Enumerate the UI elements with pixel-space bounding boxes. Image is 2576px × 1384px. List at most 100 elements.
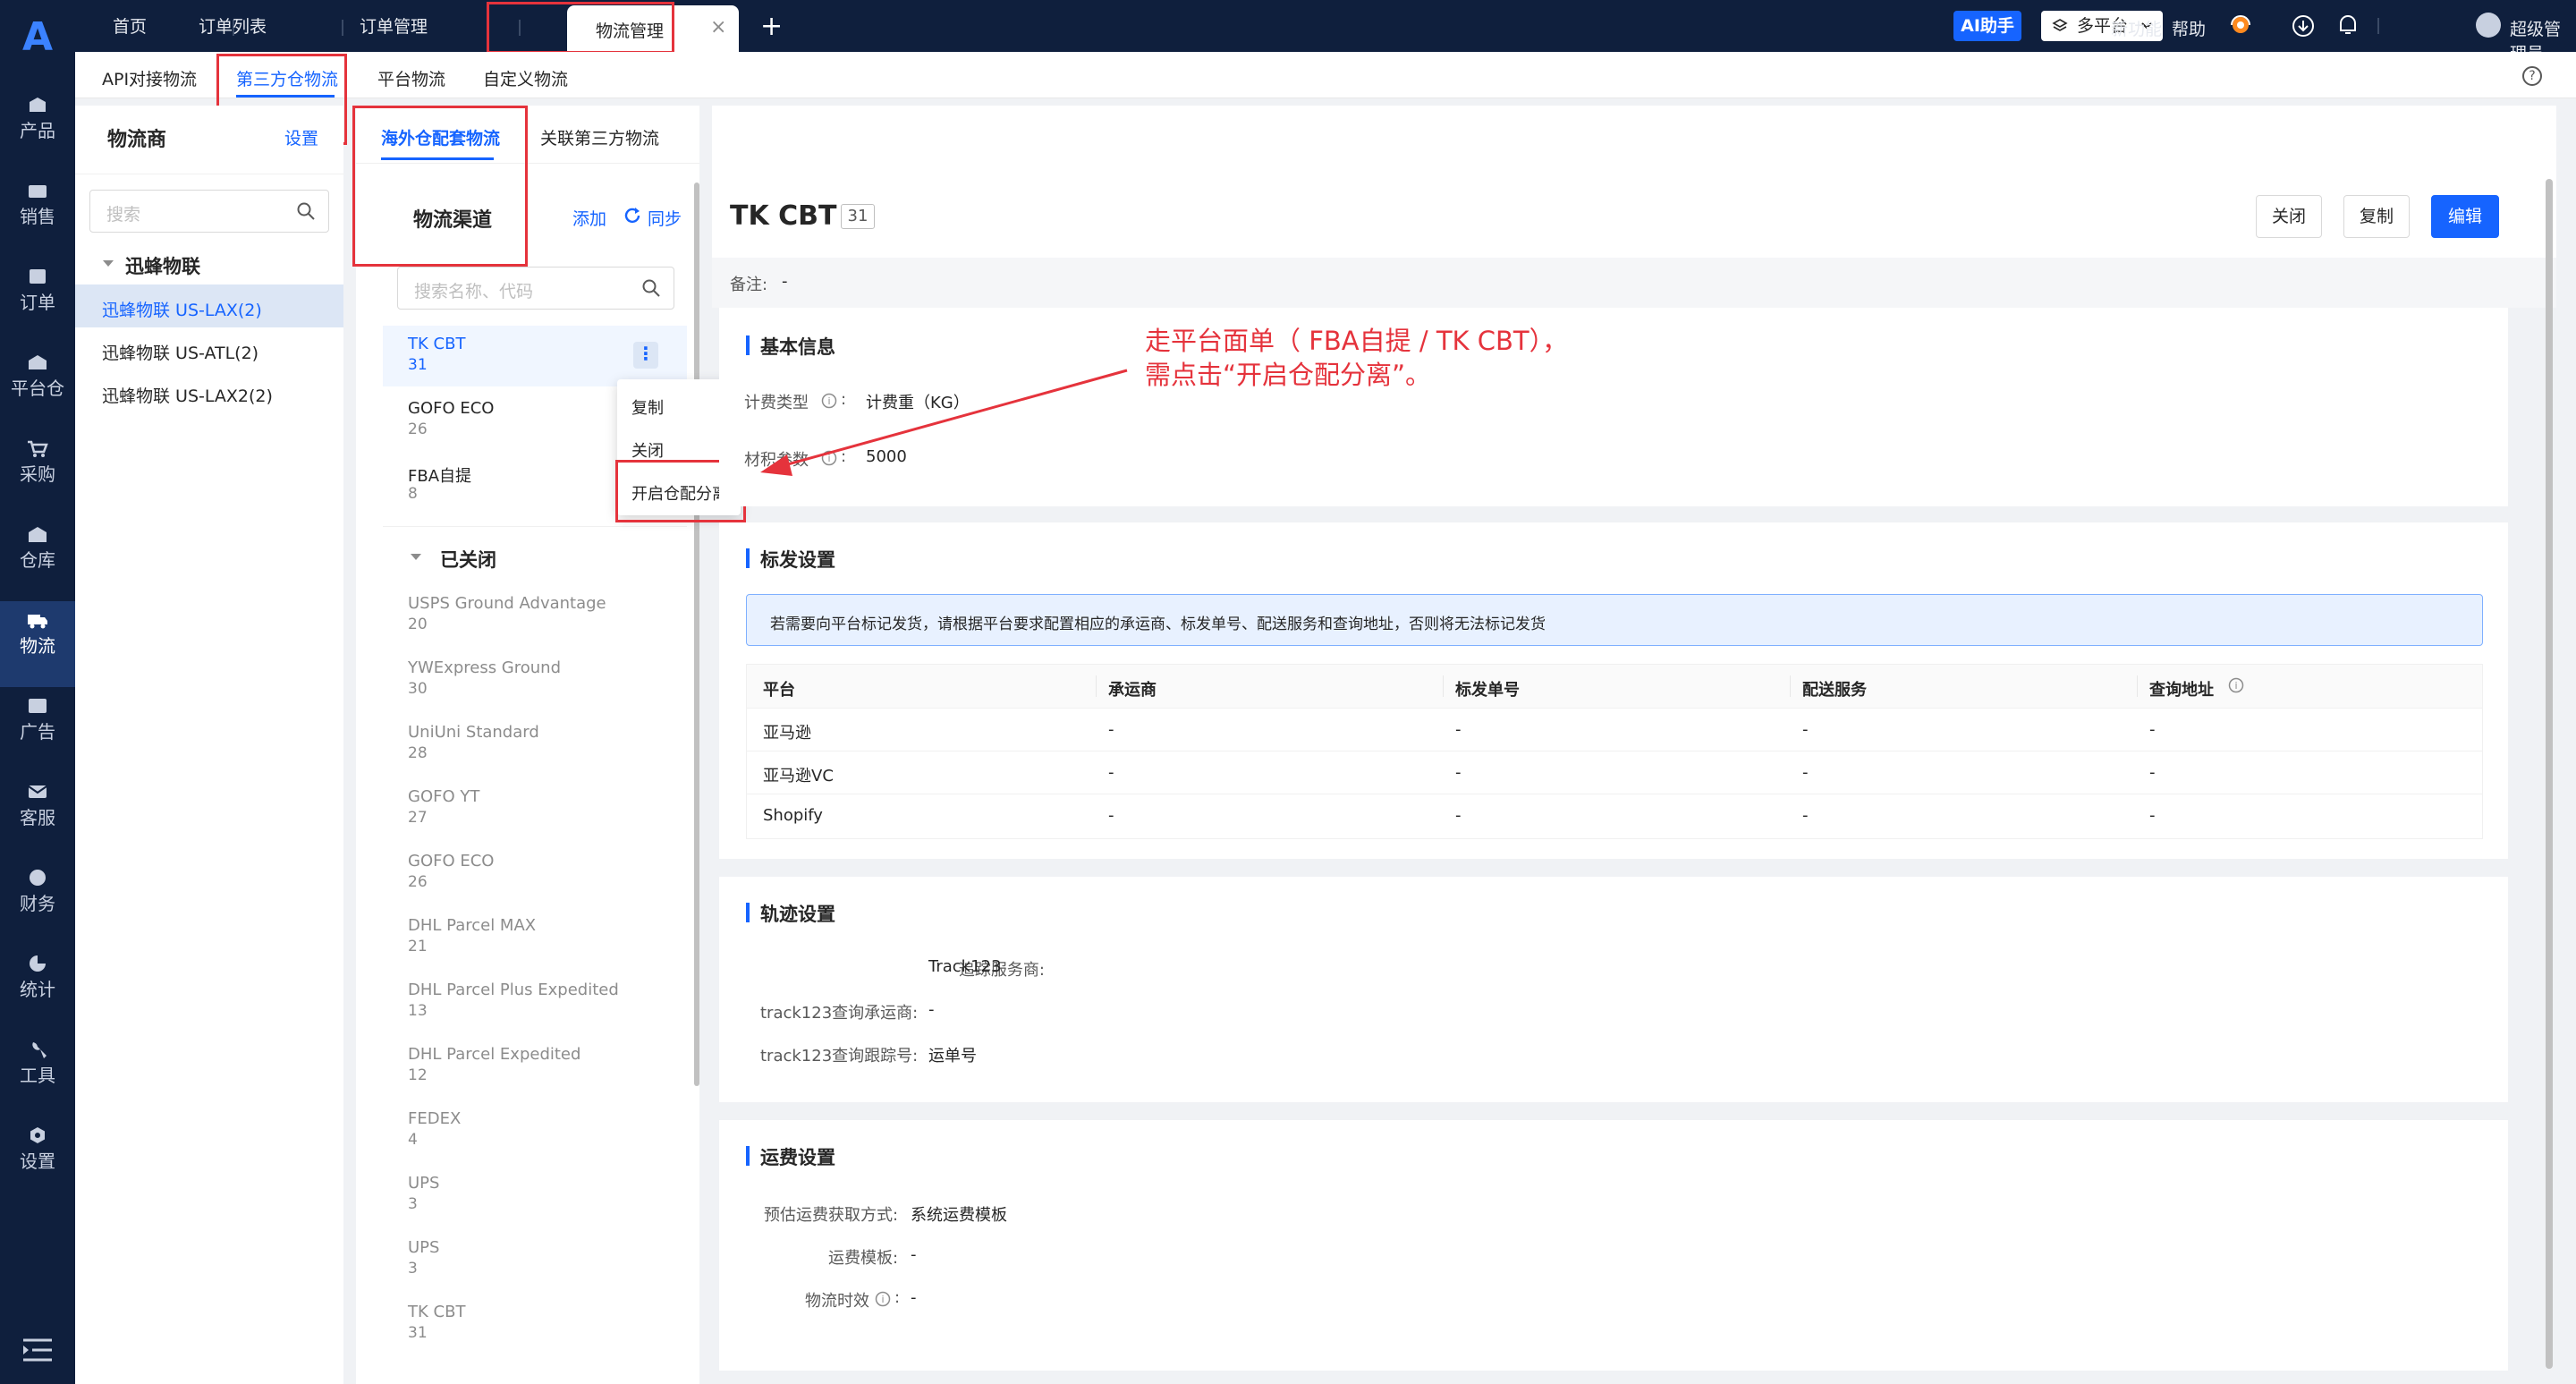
nav-item-stats[interactable]: 统计 — [0, 945, 75, 1031]
closed-channel-count: 3 — [408, 1260, 418, 1278]
add-channel-link[interactable]: 添加 — [572, 206, 606, 230]
question-icon[interactable]: ? — [2522, 66, 2542, 86]
nav-item-service[interactable]: 客服 — [0, 773, 75, 859]
channel-item-name[interactable]: GOFO ECO — [408, 399, 494, 418]
scrollbar[interactable] — [694, 183, 699, 1086]
sync-link[interactable]: 同步 — [648, 206, 682, 230]
more-vertical-icon[interactable]: ⋮ — [633, 342, 658, 369]
table-cell: - — [1455, 806, 1462, 825]
closed-channel-name[interactable]: UPS — [408, 1174, 439, 1193]
warehouse-icon — [29, 527, 47, 542]
copy-button[interactable]: 复制 — [2343, 195, 2410, 238]
closed-channel-name[interactable]: YWExpress Ground — [408, 658, 561, 677]
logistics-icon — [28, 615, 47, 629]
info-icon[interactable]: i — [875, 1291, 891, 1307]
nav-item-settings[interactable]: 设置 — [0, 1117, 75, 1202]
nav-item-tools[interactable]: 工具 — [0, 1031, 75, 1117]
divider — [2377, 18, 2379, 34]
nav-item-ads[interactable]: 广告 — [0, 687, 75, 773]
table-cell: - — [1802, 763, 1809, 782]
new-feature-link[interactable]: 新功能 — [2111, 16, 2162, 40]
closed-channel-count: 12 — [408, 1066, 428, 1084]
provider-item[interactable]: 迅蜂物联 US-LAX2(2) — [102, 383, 273, 407]
remark-value: - — [782, 272, 788, 291]
mark-settings-title: 标发设置 — [746, 546, 835, 573]
closed-channel-count: 13 — [408, 1002, 428, 1020]
close-icon[interactable]: × — [710, 16, 726, 38]
channel-item-name[interactable]: FBA自提 — [408, 463, 471, 487]
table-header-cell: 标发单号 — [1455, 681, 1520, 700]
close-button[interactable]: 关闭 — [2256, 195, 2322, 238]
closed-channel-name[interactable]: DHL Parcel MAX — [408, 916, 536, 935]
tab-order-list[interactable]: 订单列表 — [199, 14, 267, 39]
table-cell: - — [1108, 763, 1114, 782]
add-tab-icon[interactable]: + — [760, 11, 783, 42]
download-icon[interactable] — [2292, 14, 2315, 38]
table-cell: Shopify — [763, 806, 823, 825]
track-settings-card: 轨迹设置 追踪服务商: Track123 track123查询承运商: - tr… — [719, 877, 2508, 1102]
subnav-api-logistics[interactable]: API对接物流 — [102, 66, 197, 90]
top-bar: 首页 订单列表 订单管理 物流管理 × + AI助手 多平台 新功能 帮助 超级… — [75, 0, 2576, 64]
nav-item-label: 销售 — [20, 206, 55, 227]
info-icon[interactable]: i — [2228, 677, 2244, 693]
bell-icon[interactable] — [2336, 13, 2360, 38]
subnav-custom-logistics[interactable]: 自定义物流 — [483, 66, 568, 90]
closed-group-title[interactable]: 已关闭 — [440, 546, 496, 573]
track-provider-value: Track123 — [928, 957, 1002, 976]
customer-service-icon[interactable] — [2227, 13, 2254, 39]
closed-channel-name[interactable]: UniUni Standard — [408, 723, 539, 742]
closed-channel-name[interactable]: GOFO ECO — [408, 852, 494, 870]
provider-item[interactable]: 迅蜂物联 US-ATL(2) — [102, 340, 258, 364]
subnav-platform-logistics[interactable]: 平台物流 — [377, 66, 445, 90]
colon: : — [894, 1288, 901, 1307]
ai-assistant-button[interactable]: AI助手 — [1953, 11, 2021, 41]
closed-channel-name[interactable]: USPS Ground Advantage — [408, 594, 606, 613]
closed-channel-name[interactable]: GOFO YT — [408, 787, 479, 806]
sub-nav: API对接物流 第三方仓物流 平台物流 自定义物流 — [75, 52, 2576, 98]
sync-icon[interactable] — [623, 206, 642, 225]
detail-badge: 31 — [841, 204, 875, 229]
help-link[interactable]: 帮助 — [2172, 16, 2206, 40]
menu-item-copy[interactable]: 复制 — [631, 395, 664, 419]
nav-item-purchase[interactable]: 采购 — [0, 429, 75, 515]
nav-item-order[interactable]: 订单 — [0, 258, 75, 344]
closed-channel-name[interactable]: DHL Parcel Expedited — [408, 1045, 580, 1064]
ads-icon — [29, 699, 47, 713]
order-icon — [30, 269, 46, 284]
app-logo[interactable]: A — [13, 14, 63, 61]
table-cell: - — [1108, 806, 1114, 825]
closed-channel-name[interactable]: TK CBT — [408, 1303, 465, 1321]
mark-alert-text: 若需要向平台标记发货，请根据平台要求配置相应的承运商、标发单号、配送服务和查询地… — [770, 616, 1546, 633]
search-icon[interactable] — [641, 278, 661, 298]
nav-item-finance[interactable]: 财务 — [0, 859, 75, 945]
provider-search-input[interactable]: 搜索 — [89, 190, 329, 233]
edit-button[interactable]: 编辑 — [2431, 195, 2499, 238]
provider-settings-link[interactable]: 设置 — [284, 125, 318, 149]
tab-home[interactable]: 首页 — [113, 14, 147, 39]
nav-item-sales[interactable]: 销售 — [0, 172, 75, 258]
closed-channel-name[interactable]: UPS — [408, 1238, 439, 1257]
channel-search-input[interactable]: 搜索名称、代码 — [397, 267, 674, 310]
tab-linked-third-party[interactable]: 关联第三方物流 — [540, 125, 659, 149]
search-icon[interactable] — [296, 201, 316, 221]
nav-item-logistics[interactable]: 物流 — [0, 601, 75, 687]
collapse-menu-icon[interactable] — [20, 1337, 55, 1363]
nav-item-label: 产品 — [20, 120, 55, 141]
avatar[interactable] — [2476, 13, 2501, 38]
channel-item-name[interactable]: TK CBT — [408, 335, 465, 353]
closed-channel-name[interactable]: FEDEX — [408, 1109, 461, 1128]
caret-down-icon[interactable] — [102, 259, 114, 268]
basic-info-title: 基本信息 — [746, 333, 835, 360]
nav-item-platform-warehouse[interactable]: 平台仓 — [0, 344, 75, 429]
provider-item[interactable]: 迅蜂物联 US-LAX(2) — [102, 297, 262, 321]
closed-channel-name[interactable]: DHL Parcel Plus Expedited — [408, 981, 619, 999]
tab-order-manage[interactable]: 订单管理 — [360, 14, 428, 39]
detail-scrollbar[interactable] — [2546, 179, 2553, 1369]
caret-down-icon[interactable] — [410, 553, 422, 562]
column-divider — [1096, 675, 1097, 697]
closed-channel-count: 20 — [408, 616, 428, 633]
provider-group[interactable]: 迅蜂物联 — [125, 252, 200, 279]
menu-item-close[interactable]: 关闭 — [631, 438, 664, 462]
nav-item-warehouse[interactable]: 仓库 — [0, 515, 75, 601]
nav-item-product[interactable]: 产品 — [0, 86, 75, 172]
